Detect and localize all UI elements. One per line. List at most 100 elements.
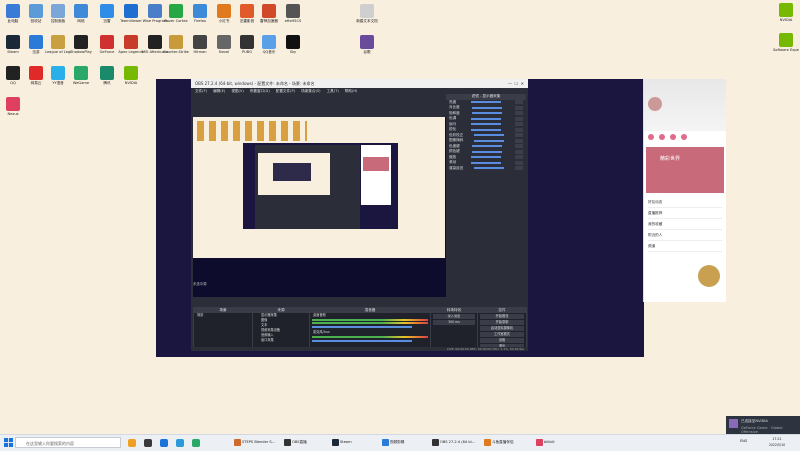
taskbar-app-button[interactable]: bilibili	[534, 437, 582, 448]
language-indicator[interactable]: ENG	[740, 439, 747, 443]
control-button[interactable]: 工作室模式	[480, 332, 524, 337]
filter-row[interactable]: 渲染延迟	[446, 166, 526, 172]
avatar[interactable]	[648, 97, 662, 111]
filter-slider[interactable]	[470, 161, 501, 164]
filter-slider[interactable]	[474, 167, 505, 170]
filter-value[interactable]	[515, 138, 523, 143]
taskbar-app-button[interactable]: Steam	[330, 437, 378, 448]
volume-slider[interactable]	[312, 340, 412, 342]
taskbar-app-button[interactable]: 视频剪辑	[380, 437, 428, 448]
app-icon[interactable]: Hitman	[187, 35, 213, 54]
filter-slider[interactable]	[472, 150, 503, 153]
filter-slider[interactable]	[470, 101, 501, 104]
pinned-app-icon[interactable]	[160, 439, 168, 447]
app-icon[interactable]: 谷歌	[354, 35, 380, 54]
control-button[interactable]: 开始推流	[480, 314, 524, 319]
app-icon[interactable]: 腾讯	[94, 66, 120, 85]
duration-input[interactable]: 300 ms	[433, 320, 475, 325]
filter-slider[interactable]	[470, 156, 501, 159]
app-icon[interactable]: Apex Legends	[118, 35, 144, 54]
maximize-icon[interactable]: ☐	[515, 81, 519, 86]
control-button[interactable]: 启动虚拟摄像机	[480, 326, 524, 331]
app-icon[interactable]: Razer Cortex	[163, 4, 189, 23]
menu-profile[interactable]: 配置文件(P)	[276, 89, 295, 94]
qq-list-item[interactable]: 频道	[648, 241, 722, 252]
app-icon[interactable]: Sky	[280, 35, 306, 54]
filter-value[interactable]	[515, 166, 523, 171]
app-icon[interactable]: NVIDIA	[118, 66, 144, 85]
filter-slider[interactable]	[472, 145, 503, 148]
game-logo-icon[interactable]	[698, 265, 720, 287]
volume-slider[interactable]	[312, 326, 412, 328]
menu-tools[interactable]: 工具(T)	[327, 89, 339, 94]
app-icon[interactable]: eftsHSCS	[280, 4, 306, 23]
app-icon[interactable]: 雷神加速器	[256, 4, 282, 23]
app-icon[interactable]: TeamViewer	[118, 4, 144, 23]
filter-value[interactable]	[515, 122, 523, 127]
app-icon[interactable]: WeGame	[68, 66, 94, 85]
filter-value[interactable]	[515, 160, 523, 165]
filter-value[interactable]	[515, 133, 523, 138]
notification-toast[interactable]: 已连接至NVIDIA GeForce Game · Global Offensi…	[726, 416, 800, 435]
filter-slider[interactable]	[472, 106, 503, 109]
menu-file[interactable]: 文件(F)	[195, 89, 207, 94]
qq-list-item[interactable]: 我的收藏	[648, 219, 722, 230]
taskbar-app-button[interactable]: STEPS Blender S...	[232, 437, 280, 448]
filter-slider[interactable]	[470, 128, 501, 131]
filter-value[interactable]	[515, 127, 523, 132]
app-icon[interactable]: Firefox	[187, 4, 213, 23]
app-icon[interactable]: ShadowPlay	[68, 35, 94, 54]
close-icon[interactable]: ✕	[521, 81, 524, 86]
menu-docks[interactable]: 停靠窗口(D)	[250, 89, 270, 94]
filter-slider[interactable]	[472, 112, 503, 115]
filter-value[interactable]	[515, 111, 523, 116]
scene-item[interactable]: 场景	[194, 313, 252, 318]
qq-banner[interactable]: 精彩世界	[646, 147, 724, 193]
qq-list-item[interactable]: 好友动态	[648, 197, 722, 208]
pinned-app-icon[interactable]	[176, 439, 184, 447]
app-icon[interactable]: 迅雷	[94, 4, 120, 23]
app-icon[interactable]: 新建文本文档	[354, 4, 380, 23]
taskbar-app-button[interactable]: 斗鱼直播伴侣	[482, 437, 530, 448]
filter-value[interactable]	[515, 100, 523, 105]
app-icon[interactable]: QQ音乐	[256, 35, 282, 54]
filter-value[interactable]	[515, 144, 523, 149]
source-item[interactable]: 窗口采集	[253, 338, 309, 343]
filter-slider[interactable]	[470, 117, 501, 120]
pinned-app-icon[interactable]	[144, 439, 152, 447]
taskbar-app-button[interactable]: OBS 27.2.4 (64 bi...	[430, 437, 478, 448]
pinned-app-icon[interactable]	[128, 439, 136, 447]
menu-edit[interactable]: 编辑(E)	[213, 89, 225, 94]
tab-icon[interactable]	[659, 134, 665, 140]
taskbar-search-input[interactable]: 在这里输入你要搜索的内容	[15, 437, 121, 448]
filter-value[interactable]	[515, 105, 523, 110]
qq-list-item[interactable]: 附近的人	[648, 230, 722, 241]
pinned-app-icon[interactable]	[192, 439, 200, 447]
tab-icon[interactable]	[670, 134, 676, 140]
tab-icon[interactable]	[681, 134, 687, 140]
nvidia-experience-icon[interactable]: Software Experience	[773, 33, 799, 52]
app-icon[interactable]: GeForce	[94, 35, 120, 54]
filter-value[interactable]	[515, 155, 523, 160]
filter-slider[interactable]	[474, 134, 505, 137]
menu-view[interactable]: 视图(V)	[231, 89, 243, 94]
nvidia-icon[interactable]: NVIDIA	[773, 3, 799, 22]
tab-icon[interactable]	[648, 134, 654, 140]
filter-slider[interactable]	[474, 139, 505, 142]
windows-start-icon[interactable]	[4, 438, 13, 447]
app-icon[interactable]: 网络	[68, 4, 94, 23]
clock[interactable]: 17:21 2022/5/10	[762, 436, 792, 448]
transition-select[interactable]: 淡入淡出	[433, 314, 475, 319]
filter-slider[interactable]	[470, 123, 501, 126]
filter-value[interactable]	[515, 149, 523, 154]
qq-list-item[interactable]: 直播推荐	[648, 208, 722, 219]
filter-value[interactable]	[515, 116, 523, 121]
app-icon[interactable]: Nexus	[0, 97, 26, 116]
control-button[interactable]: 开始录制	[480, 320, 524, 325]
control-button[interactable]: 设置	[480, 338, 524, 343]
menu-scene-collection[interactable]: 场景集合(S)	[301, 89, 320, 94]
preview-canvas[interactable]	[193, 117, 446, 297]
taskbar-app-button[interactable]: OBS直播	[282, 437, 330, 448]
minimize-icon[interactable]: —	[508, 81, 512, 86]
menu-help[interactable]: 帮助(H)	[345, 89, 358, 94]
